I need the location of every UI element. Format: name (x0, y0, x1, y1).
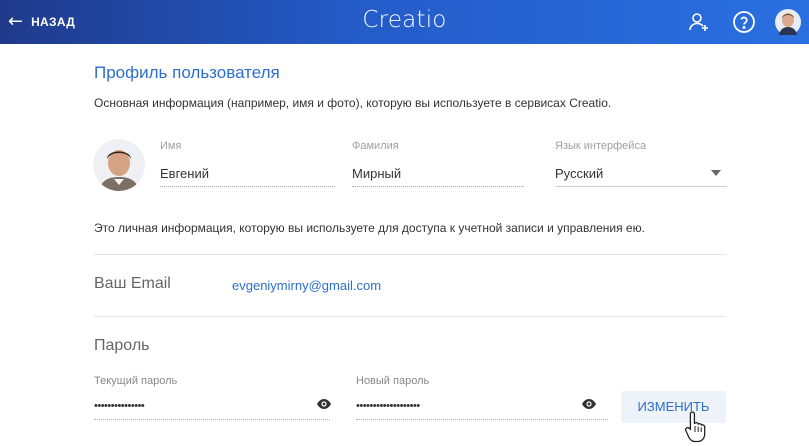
current-password-underline (94, 419, 330, 420)
divider (94, 254, 726, 255)
profile-photo[interactable] (93, 139, 145, 191)
first-name-label: Имя (160, 140, 182, 152)
eye-icon[interactable] (581, 396, 597, 412)
user-add-icon[interactable] (687, 10, 711, 34)
last-name-label: Фамилия (352, 140, 399, 152)
hand-cursor-icon (684, 410, 710, 444)
help-icon[interactable] (732, 10, 756, 34)
language-underline (555, 186, 727, 187)
current-password-input[interactable]: ••••••••••••••• (94, 400, 145, 412)
eye-icon[interactable] (316, 396, 332, 412)
top-bar: ← НАЗАД Creatio (0, 0, 809, 44)
chevron-down-icon[interactable] (711, 170, 721, 176)
language-value[interactable]: Русский (555, 166, 603, 181)
language-label: Язык интерфейса (555, 140, 647, 152)
page-title: Профиль пользователя (94, 63, 280, 82)
avatar[interactable] (775, 9, 801, 35)
first-name-value[interactable]: Евгений (160, 166, 209, 181)
last-name-value[interactable]: Мирный (352, 166, 401, 181)
current-password-label: Текущий пароль (94, 375, 178, 387)
email-link[interactable]: evgeniymirny@gmail.com (232, 278, 381, 293)
new-password-underline (356, 419, 608, 420)
password-section-title: Пароль (94, 337, 150, 354)
first-name-underline (160, 186, 335, 187)
profile-subtitle: Основная информация (например, имя и фот… (94, 96, 612, 110)
change-password-button[interactable]: ИЗМЕНИТЬ (621, 391, 726, 423)
divider (94, 316, 726, 317)
last-name-underline (352, 186, 524, 187)
account-info-text: Это личная информация, которую вы исполь… (94, 221, 645, 235)
new-password-input[interactable]: ••••••••••••••••••• (356, 400, 420, 412)
new-password-label: Новый пароль (356, 375, 430, 387)
email-label: Ваш Email (94, 275, 171, 292)
